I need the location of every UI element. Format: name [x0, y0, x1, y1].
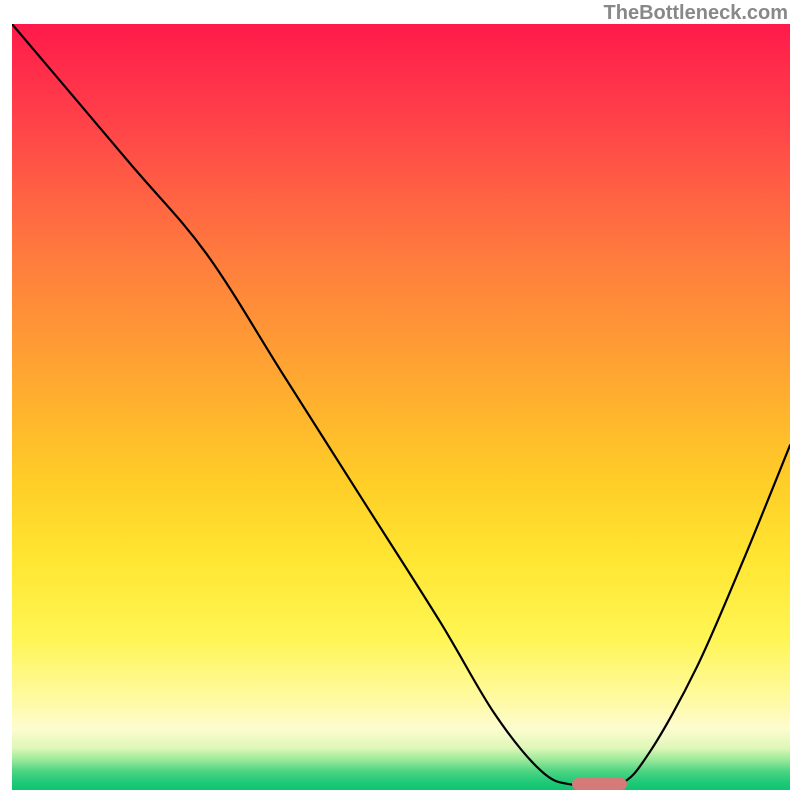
plot-area [12, 24, 790, 790]
curve-layer [12, 24, 790, 790]
optimal-marker [572, 778, 626, 790]
watermark-text: TheBottleneck.com [604, 2, 788, 25]
bottleneck-curve [12, 24, 790, 788]
